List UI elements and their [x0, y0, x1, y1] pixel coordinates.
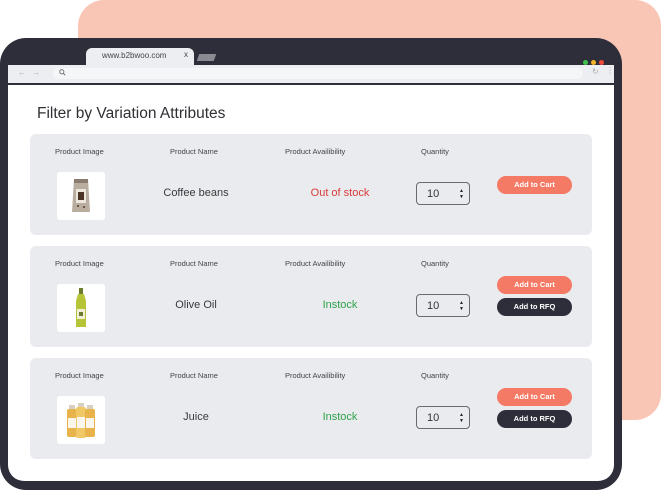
product-image — [57, 284, 105, 332]
search-icon — [59, 69, 66, 76]
column-header-name: Product Name — [170, 371, 218, 380]
coffee-bag-icon — [72, 179, 90, 212]
column-header-availability: Product Availibility — [285, 371, 346, 380]
address-bar: ← → ↻ ⋮ — [8, 65, 614, 83]
new-tab-button[interactable] — [196, 54, 217, 61]
page-title: Filter by Variation Attributes — [37, 105, 226, 122]
tab-title: www.b2bwoo.com — [102, 51, 167, 60]
product-card: Product Image Product Name Product Avail… — [30, 358, 592, 459]
browser-tab[interactable]: www.b2bwoo.com x — [86, 48, 194, 65]
quantity-stepper[interactable]: 10 ▲ ▼ — [416, 294, 470, 317]
add-to-cart-button[interactable]: Add to Cart — [497, 176, 572, 194]
url-field[interactable] — [53, 68, 583, 79]
product-card: Product Image Product Name Product Avail… — [30, 134, 592, 235]
menu-icon[interactable]: ⋮ — [606, 66, 614, 75]
quantity-value: 10 — [427, 300, 440, 312]
olive-oil-bottle-icon — [76, 288, 86, 327]
juice-bottles-icon — [67, 403, 95, 438]
quantity-value: 10 — [427, 188, 440, 200]
quantity-value: 10 — [427, 412, 440, 424]
column-header-quantity: Quantity — [421, 259, 449, 268]
column-header-name: Product Name — [170, 259, 218, 268]
reload-icon[interactable]: ↻ — [592, 67, 599, 76]
availability-status: Out of stock — [310, 187, 370, 199]
column-header-quantity: Quantity — [421, 371, 449, 380]
quantity-stepper[interactable]: 10 ▲ ▼ — [416, 182, 470, 205]
column-header-availability: Product Availibility — [285, 259, 346, 268]
column-header-quantity: Quantity — [421, 147, 449, 156]
column-header-name: Product Name — [170, 147, 218, 156]
add-to-cart-button[interactable]: Add to Cart — [497, 388, 572, 406]
product-image — [57, 396, 105, 444]
availability-status: Instock — [322, 411, 358, 423]
product-image — [57, 172, 105, 220]
add-to-cart-button[interactable]: Add to Cart — [497, 276, 572, 294]
stepper-arrows-icon[interactable]: ▲ ▼ — [459, 412, 464, 424]
product-name: Juice — [183, 411, 209, 423]
page-content: Filter by Variation Attributes Product I… — [8, 85, 614, 481]
product-card: Product Image Product Name Product Avail… — [30, 246, 592, 347]
column-header-image: Product Image — [55, 259, 104, 268]
add-to-rfq-button[interactable]: Add to RFQ — [497, 298, 572, 316]
column-header-availability: Product Availibility — [285, 147, 346, 156]
quantity-stepper[interactable]: 10 ▲ ▼ — [416, 406, 470, 429]
stepper-arrows-icon[interactable]: ▲ ▼ — [459, 300, 464, 312]
product-name: Olive Oil — [175, 299, 217, 311]
nav-arrows-icon[interactable]: ← → — [18, 68, 42, 77]
availability-status: Instock — [322, 299, 358, 311]
tab-close-icon[interactable]: x — [184, 50, 188, 59]
add-to-rfq-button[interactable]: Add to RFQ — [497, 410, 572, 428]
product-name: Coffee beans — [163, 187, 229, 199]
stepper-arrows-icon[interactable]: ▲ ▼ — [459, 188, 464, 200]
column-header-image: Product Image — [55, 371, 104, 380]
column-header-image: Product Image — [55, 147, 104, 156]
